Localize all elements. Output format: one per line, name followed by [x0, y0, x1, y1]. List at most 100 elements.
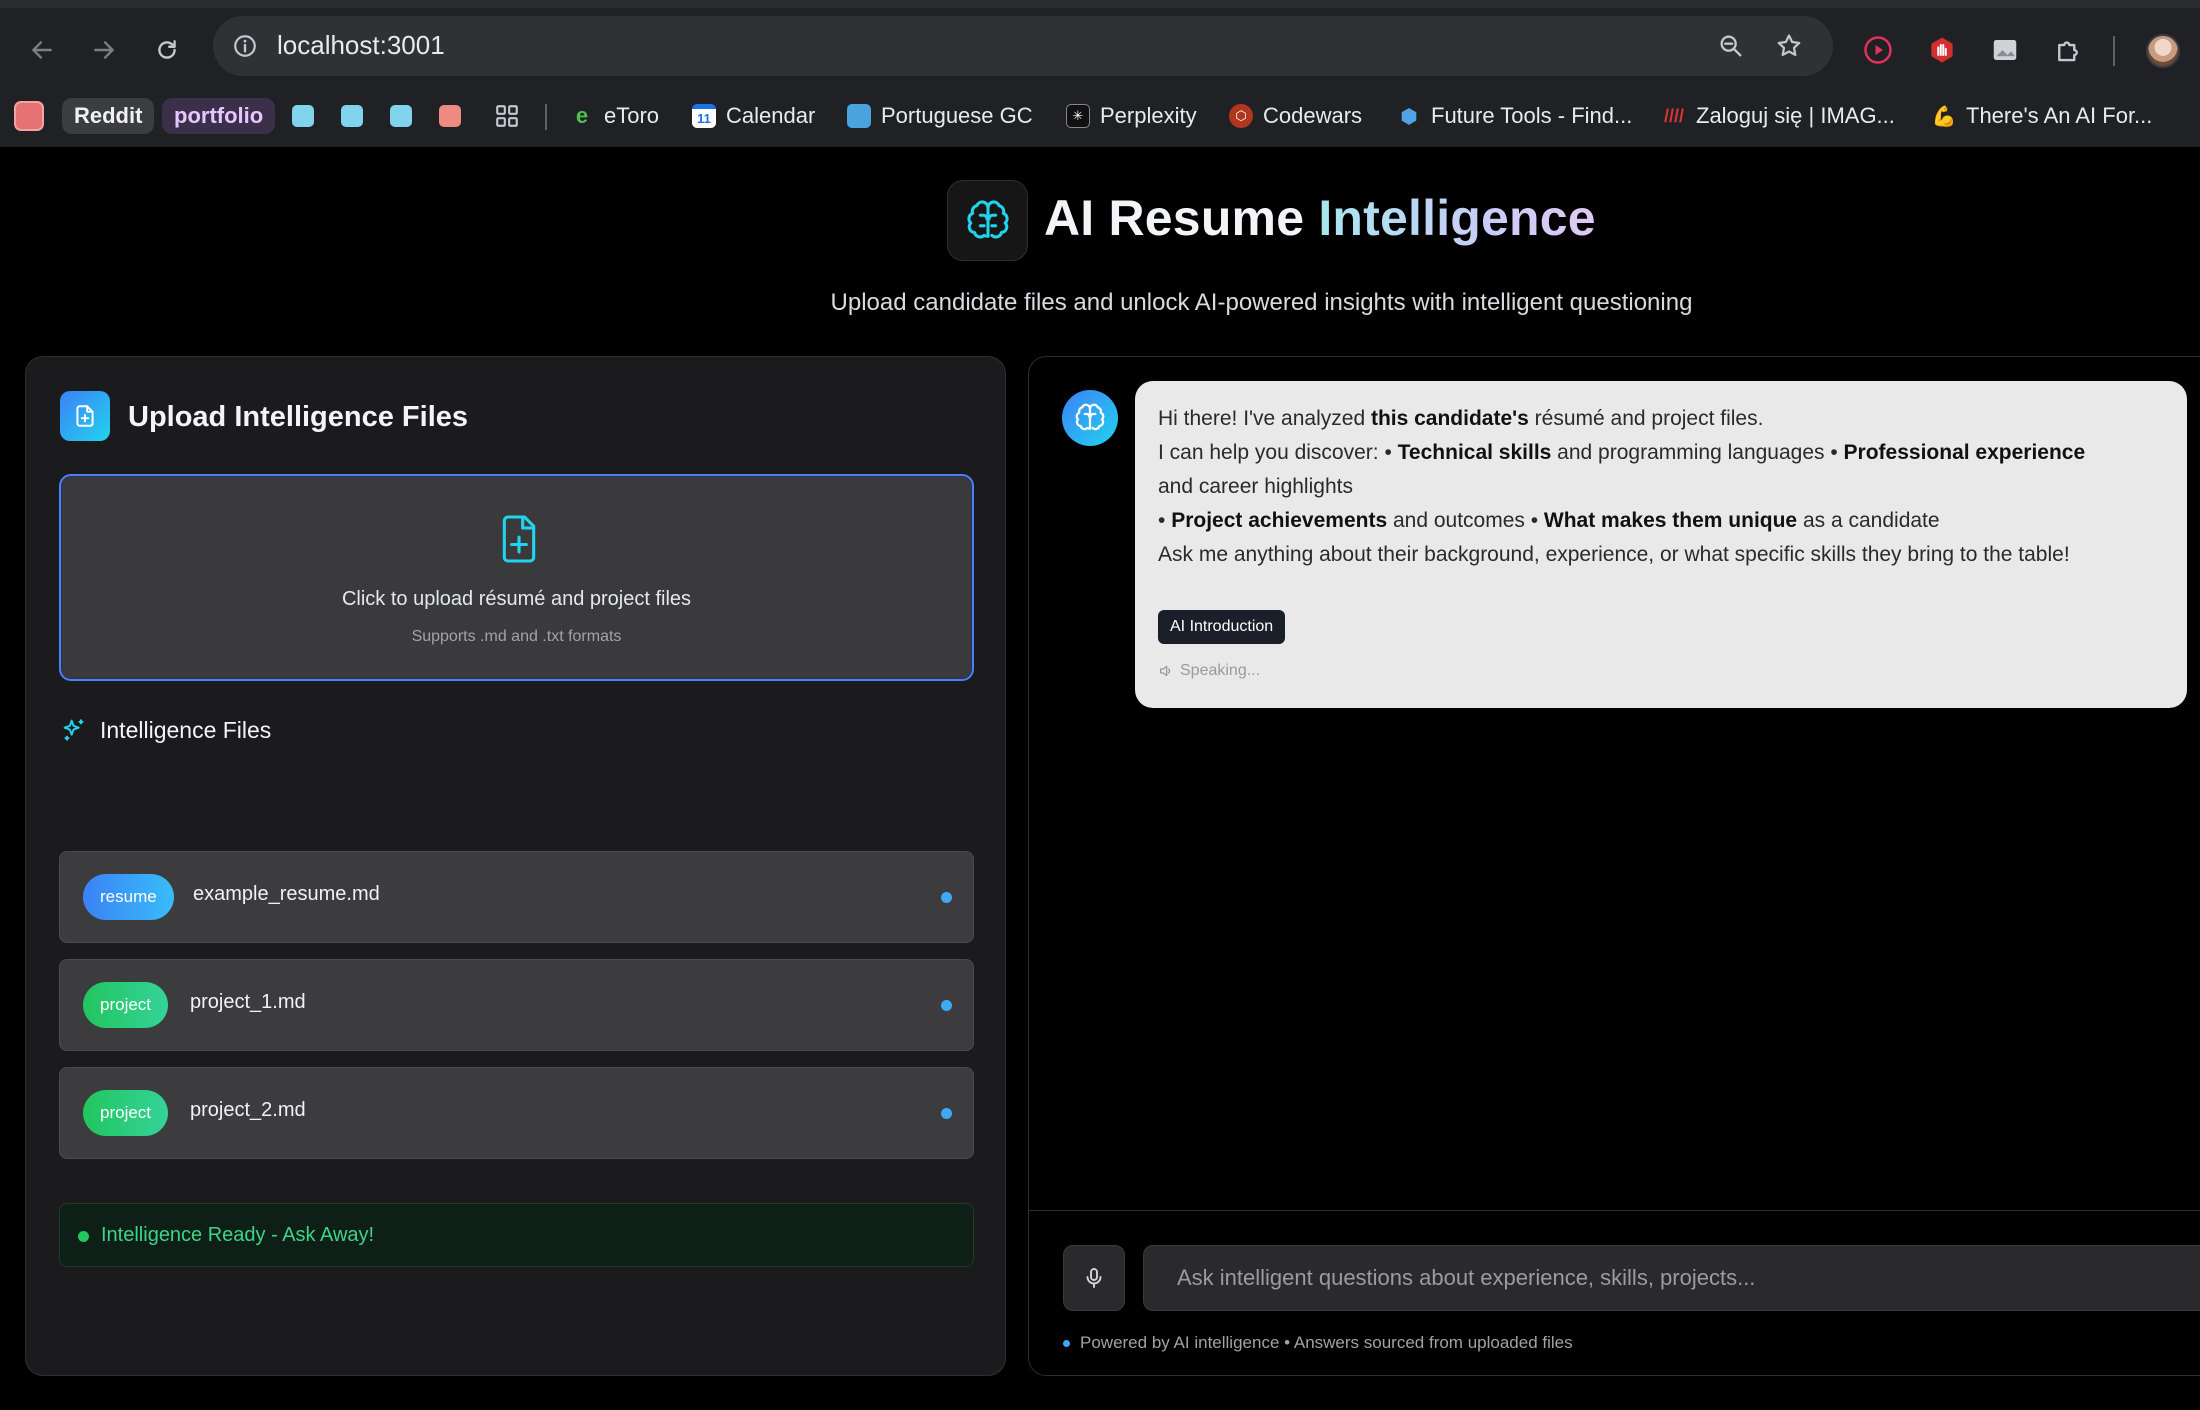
back-button[interactable]: [20, 28, 64, 72]
bookmark-star-button[interactable]: [1771, 28, 1807, 64]
apps-grid-icon: [496, 105, 518, 127]
tab-strip: [0, 0, 2200, 8]
file-row[interactable]: project project_2.md: [59, 1067, 974, 1159]
message-line: Ask me anything about their background, …: [1158, 543, 2070, 566]
hand-stop-icon: [1931, 37, 1953, 63]
ai-for-icon: 💪: [1931, 105, 1957, 128]
zoom-button[interactable]: [1713, 28, 1749, 64]
zoom-icon: [1720, 35, 1742, 57]
site-info-button[interactable]: [227, 28, 263, 64]
chat-panel: Hi there! I've analyzed this candidate's…: [1028, 356, 2200, 1376]
file-dropzone[interactable]: Click to upload résumé and project files…: [59, 474, 974, 681]
bookmarks-bar: Reddit portfolio e eToro 11 Calendar Portu…: [0, 92, 2200, 140]
bookmark-future-tools[interactable]: ⬢ Future Tools - Find...: [1397, 96, 1632, 136]
address-bar[interactable]: localhost:3001: [213, 16, 1833, 76]
bold-span: Professional experience: [1843, 441, 2086, 464]
message-tag-badge: AI Introduction: [1158, 610, 1286, 644]
perplexity-icon: ✳: [1066, 104, 1090, 128]
text-span: and programming languages •: [1551, 441, 1844, 464]
brain-icon: [966, 200, 1009, 238]
file-name: project_1.md: [190, 991, 306, 1013]
browser-toolbar: localhost:3001: [0, 8, 2200, 84]
file-type-badge: resume: [83, 874, 174, 920]
extension-block-button[interactable]: [1924, 32, 1960, 68]
bookmark-portfolio[interactable]: portfolio: [162, 98, 276, 134]
bookmark-perplexity[interactable]: ✳ Perplexity: [1066, 96, 1197, 136]
bookmark-theres-an-ai[interactable]: 💪 There's An AI For...: [1931, 96, 2153, 136]
bookmark-label: eToro: [604, 103, 660, 128]
forward-button[interactable]: [82, 28, 126, 72]
chat-question-input[interactable]: [1143, 1245, 2200, 1311]
microphone-icon: [1086, 1268, 1102, 1288]
bookmark-label: Zaloguj się | IMAG...: [1696, 103, 1895, 128]
image-icon: [1993, 40, 2017, 60]
site-info-icon: [234, 35, 256, 57]
bookmark-etoro[interactable]: e eToro: [570, 96, 659, 136]
dropzone-subtext: Supports .md and .txt formats: [411, 628, 622, 645]
hero-header: AI Resume Intelligence Upload candidate …: [0, 147, 2200, 347]
file-plus-icon: [76, 405, 94, 427]
speaking-text: Speaking...: [1180, 662, 1261, 679]
files-section-title: Intelligence Files: [100, 716, 272, 743]
file-type-badge: project: [83, 982, 169, 1028]
forward-icon: [94, 41, 114, 59]
profile-avatar[interactable]: [2146, 34, 2180, 68]
bold-span: What makes them unique: [1543, 509, 1798, 532]
bookmark-tile-3[interactable]: [390, 96, 412, 136]
files-section-header: Intelligence Files: [60, 716, 271, 744]
bookmark-calendar[interactable]: 11 Calendar: [692, 96, 815, 136]
title-part-2: Intelligence: [1318, 190, 1596, 246]
bookmark-label: Calendar: [726, 103, 816, 128]
bold-span: Technical skills: [1397, 441, 1552, 464]
file-name: example_resume.md: [193, 883, 380, 905]
file-row[interactable]: resume example_resume.md: [59, 851, 974, 943]
message-line: I can help you discover: • Technical ski…: [1158, 436, 2168, 470]
page-title: AI Resume Intelligence: [1044, 189, 1596, 247]
bookmark-tile-4[interactable]: [439, 96, 461, 136]
bookmark-folder-icon-1[interactable]: [14, 96, 44, 136]
calendar-icon: 11: [692, 104, 716, 128]
imag-icon: ////: [1663, 105, 1684, 126]
file-row[interactable]: project project_1.md: [59, 959, 974, 1051]
bookmark-tile-2[interactable]: [341, 96, 363, 136]
bookmark-tile-1[interactable]: [292, 96, 314, 136]
file-plus-icon: [502, 515, 536, 563]
puzzle-icon: [2058, 41, 2078, 62]
bookmark-portuguese-gc[interactable]: Portuguese GC: [847, 96, 1033, 136]
bookmark-label: Perplexity: [1100, 103, 1197, 128]
future-tools-icon: ⬢: [1400, 105, 1418, 128]
bookmark-imag[interactable]: //// Zaloguj się | IMAG...: [1662, 96, 1895, 136]
extension-record-button[interactable]: [1860, 32, 1896, 68]
footer-text: Powered by AI intelligence • Answers sou…: [1080, 1333, 1573, 1352]
bookmark-apps[interactable]: [494, 96, 520, 136]
brain-icon: [1075, 403, 1105, 431]
bookmark-reddit[interactable]: Reddit: [62, 98, 155, 134]
extension-image-button[interactable]: [1987, 32, 2023, 68]
bookmarks-divider: [545, 104, 547, 130]
file-name: project_2.md: [190, 1099, 306, 1121]
bookmark-label: There's An AI For...: [1966, 103, 2153, 128]
app-page: AI Resume Intelligence Upload candidate …: [0, 147, 2200, 1410]
app-logo: [947, 180, 1028, 261]
text-span: •: [1158, 509, 1172, 532]
bookmark-label: Portuguese GC: [881, 103, 1033, 128]
extensions-button[interactable]: [2050, 32, 2086, 68]
message-line: Hi there! I've analyzed this candidate's…: [1158, 402, 2168, 436]
speaking-indicator: Speaking...: [1158, 662, 1260, 680]
message-line: and career highlights: [1158, 475, 1353, 498]
back-icon: [32, 41, 52, 59]
bookmark-codewars[interactable]: ⬡ Codewars: [1229, 96, 1362, 136]
assistant-avatar: [1062, 390, 1118, 446]
voice-input-button[interactable]: [1063, 1245, 1125, 1311]
reload-button[interactable]: [145, 28, 189, 72]
sparkles-icon: [63, 719, 84, 741]
status-dot: [78, 1231, 89, 1242]
file-status-dot: [941, 1000, 952, 1011]
star-icon: [1777, 34, 1801, 56]
url-text: localhost:3001: [277, 30, 445, 60]
text-span: Hi there! I've analyzed: [1158, 407, 1371, 430]
upload-header-icon: [60, 391, 110, 441]
record-icon: [1864, 36, 1892, 64]
text-span: résumé and project files.: [1528, 407, 1764, 430]
chat-footer-note: Powered by AI intelligence • Answers sou…: [1063, 1333, 1573, 1353]
